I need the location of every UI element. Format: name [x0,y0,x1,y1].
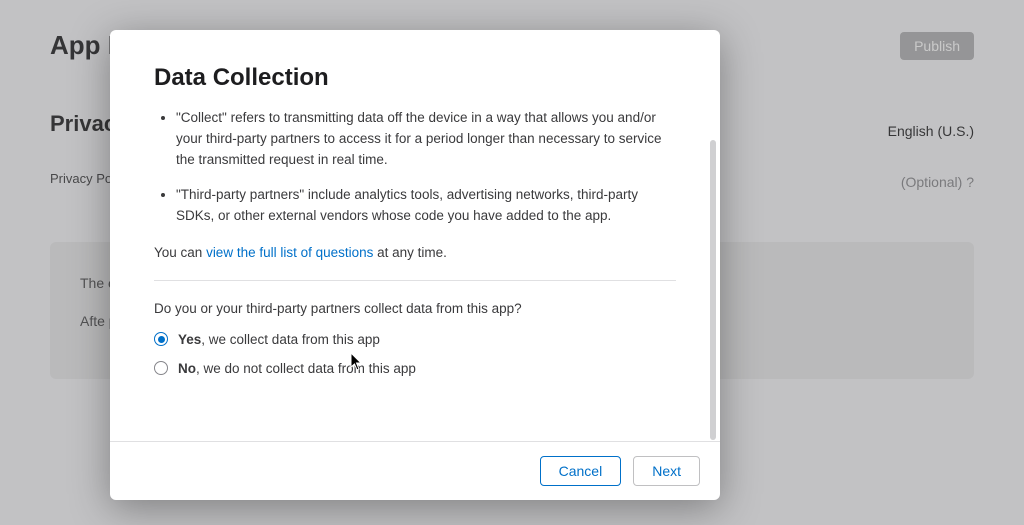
modal-body[interactable]: Data Collection "Collect" refers to tran… [110,30,720,441]
radio-input-yes[interactable] [154,332,168,346]
help-icon[interactable]: ? [966,174,974,190]
next-button[interactable]: Next [633,456,700,486]
modal-footer: Cancel Next [110,441,720,500]
view-questions-link[interactable]: view the full list of questions [206,245,373,260]
radio-label-yes: Yes, we collect data from this app [178,332,380,347]
policy-url-label: Privacy Pol [50,171,115,186]
help-prefix: You can [154,245,206,260]
help-suffix: at any time. [373,245,447,260]
radio-label-no: No, we do not collect data from this app [178,361,416,376]
cancel-button[interactable]: Cancel [540,456,622,486]
radio-option-no[interactable]: No, we do not collect data from this app [154,361,676,376]
definition-list: "Collect" refers to transmitting data of… [154,108,676,227]
radio-option-yes[interactable]: Yes, we collect data from this app [154,332,676,347]
help-line: You can view the full list of questions … [154,245,676,260]
collection-question: Do you or your third-party partners coll… [154,301,676,316]
publish-button[interactable]: Publish [900,32,974,60]
radio-input-no[interactable] [154,361,168,375]
definition-collect: "Collect" refers to transmitting data of… [176,108,676,171]
optional-label: (Optional) [901,174,962,190]
data-collection-modal: Data Collection "Collect" refers to tran… [110,30,720,500]
modal-title: Data Collection [154,64,676,92]
definition-third-party: "Third-party partners" include analytics… [176,185,676,227]
scrollbar[interactable] [710,140,716,440]
divider [154,280,676,281]
locale-label: English (U.S.) [888,123,974,139]
